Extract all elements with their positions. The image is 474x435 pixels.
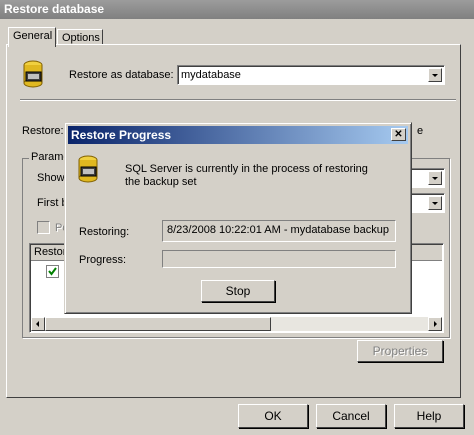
scrollbar-thumb[interactable] xyxy=(45,317,271,331)
stop-button[interactable]: Stop xyxy=(201,280,275,302)
cancel-button[interactable]: Cancel xyxy=(316,404,386,428)
first-backup-label: First b xyxy=(37,197,68,209)
restore-label: Restore: xyxy=(22,125,64,137)
window-title-bar: Restore database xyxy=(0,0,474,19)
database-icon xyxy=(78,155,98,183)
dialog-title-bar: Restore Progress ✕ xyxy=(68,126,408,144)
arrow-right-icon[interactable] xyxy=(428,317,442,331)
progress-label: Progress: xyxy=(79,254,127,266)
help-button[interactable]: Help xyxy=(394,404,464,428)
properties-button[interactable]: Properties xyxy=(357,340,443,362)
show-label: Show xyxy=(37,172,65,184)
progress-message: SQL Server is currently in the process o… xyxy=(125,163,368,188)
tab-general[interactable]: General xyxy=(8,27,56,47)
chevron-down-icon[interactable] xyxy=(428,171,442,185)
separator xyxy=(20,99,456,101)
restoring-label: Restoring: xyxy=(79,226,130,238)
tab-options-label: Options xyxy=(62,32,100,44)
dialog-title: Restore Progress xyxy=(71,128,172,142)
progress-bar xyxy=(162,250,396,268)
restore-as-label: Restore as database: xyxy=(69,69,174,81)
tab-general-label: General xyxy=(13,30,53,42)
ok-button[interactable]: OK xyxy=(238,404,308,428)
tab-options[interactable]: Options xyxy=(57,29,103,45)
restore-progress-dialog: Restore Progress ✕ SQL Server is current… xyxy=(64,122,412,314)
grid-scrollbar[interactable] xyxy=(31,317,442,331)
restore-trailing-text: e xyxy=(417,125,424,137)
checkbox-icon[interactable] xyxy=(46,265,59,278)
restore-as-value: mydatabase xyxy=(181,69,241,81)
checkbox-icon[interactable] xyxy=(37,221,50,234)
restoring-value-box: 8/23/2008 10:22:01 AM - mydatabase backu… xyxy=(162,220,396,242)
chevron-down-icon[interactable] xyxy=(428,68,442,82)
arrow-left-icon[interactable] xyxy=(31,317,45,331)
restore-as-combo[interactable]: mydatabase xyxy=(177,65,445,85)
close-icon[interactable]: ✕ xyxy=(391,128,406,141)
checkmark-icon xyxy=(48,267,57,276)
database-icon xyxy=(23,60,43,88)
restoring-value: 8/23/2008 10:22:01 AM - mydatabase backu… xyxy=(167,224,389,236)
window-title: Restore database xyxy=(4,2,105,16)
chevron-down-icon[interactable] xyxy=(428,196,442,210)
